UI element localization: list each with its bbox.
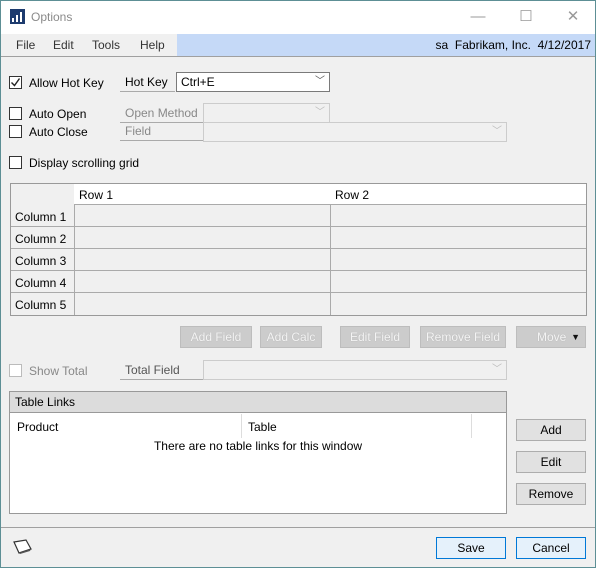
edit-link-button[interactable]: Edit xyxy=(516,451,586,473)
grid-rows: Column 1 Column 2 Column 3 Column 4 Colu… xyxy=(11,205,586,315)
hot-key-dropdown[interactable]: Ctrl+E ﹀ xyxy=(176,72,330,92)
chevron-down-icon: ﹀ xyxy=(315,76,325,87)
window-title: Options xyxy=(31,10,73,24)
field-label: Field xyxy=(120,122,203,141)
hot-key-value: Ctrl+E xyxy=(181,75,215,89)
open-method-dropdown[interactable]: ﹀ xyxy=(203,103,330,123)
total-field-dropdown[interactable]: ﹀ xyxy=(203,360,507,380)
menu-bar: File Edit Tools Help sa Fabrikam, Inc. 4… xyxy=(1,34,595,57)
grid-row-label: Column 2 xyxy=(15,232,67,246)
minimize-button[interactable]: — xyxy=(468,7,488,27)
field-dropdown[interactable]: ﹀ xyxy=(203,122,507,142)
edit-field-button[interactable]: Edit Field xyxy=(340,326,410,348)
remove-link-button[interactable]: Remove xyxy=(516,483,586,505)
grid-row[interactable]: Column 5 xyxy=(11,293,586,315)
grid-row-label: Column 5 xyxy=(15,298,67,312)
save-button[interactable]: Save xyxy=(436,537,506,559)
chevron-down-icon: ﹀ xyxy=(492,126,502,137)
user-date: 4/12/2017 xyxy=(537,38,591,52)
add-calc-button[interactable]: Add Calc xyxy=(260,326,322,348)
grid-row-label: Column 4 xyxy=(15,276,67,290)
chevron-down-icon: ﹀ xyxy=(492,364,502,375)
cancel-button[interactable]: Cancel xyxy=(516,537,586,559)
grid-row[interactable]: Column 4 xyxy=(11,271,586,293)
open-method-label: Open Method xyxy=(120,104,203,123)
move-label: Move xyxy=(537,330,567,344)
show-total-label: Show Total xyxy=(29,364,88,378)
table-links-panel: Table Links Product Table There are no t… xyxy=(9,391,507,514)
chevron-down-icon: ﹀ xyxy=(315,107,325,118)
layout-grid: Row 1 Row 2 Column 1 Column 2 Column 3 C… xyxy=(10,183,587,316)
table-links-title: Table Links xyxy=(10,392,506,413)
note-icon[interactable] xyxy=(11,539,33,555)
hot-key-label: Hot Key xyxy=(120,73,175,92)
display-scrolling-grid-checkbox[interactable] xyxy=(9,156,22,169)
auto-close-checkbox[interactable] xyxy=(9,125,22,138)
grid-row[interactable]: Column 1 xyxy=(11,205,586,227)
empty-message: There are no table links for this window xyxy=(153,439,363,453)
show-total-checkbox[interactable] xyxy=(9,364,22,377)
add-link-button[interactable]: Add xyxy=(516,419,586,441)
auto-open-label: Auto Open xyxy=(29,107,87,121)
maximize-button[interactable]: ☐ xyxy=(516,7,536,27)
caret-down-icon: ▼ xyxy=(571,332,580,342)
grid-header-row-2[interactable]: Row 2 xyxy=(335,188,369,202)
remove-field-button[interactable]: Remove Field xyxy=(420,326,506,348)
grid-row[interactable]: Column 2 xyxy=(11,227,586,249)
grid-row-label: Column 1 xyxy=(15,210,67,224)
allow-hot-key-checkbox[interactable] xyxy=(9,76,22,89)
grid-row[interactable]: Column 3 xyxy=(11,249,586,271)
footer-divider xyxy=(1,527,595,528)
checkmark-icon xyxy=(11,78,21,87)
user-id: sa xyxy=(435,38,449,52)
display-scrolling-grid-label: Display scrolling grid xyxy=(29,156,140,170)
auto-open-checkbox[interactable] xyxy=(9,107,22,120)
session-info: sa Fabrikam, Inc. 4/12/2017 xyxy=(177,34,595,56)
allow-hot-key-label: Allow Hot Key xyxy=(29,76,104,90)
table-column-header[interactable]: Table xyxy=(248,420,277,434)
grid-header-row-1[interactable]: Row 1 xyxy=(79,188,113,202)
options-window: Options — ☐ ✕ File Edit Tools Help sa Fa… xyxy=(0,0,596,568)
title-bar: Options — ☐ ✕ xyxy=(1,1,595,34)
menu-edit[interactable]: Edit xyxy=(53,38,74,52)
app-icon xyxy=(10,9,25,24)
move-button[interactable]: Move ▼ xyxy=(516,326,586,348)
product-column-header[interactable]: Product xyxy=(17,420,58,434)
menu-help[interactable]: Help xyxy=(140,38,165,52)
auto-close-label: Auto Close xyxy=(29,125,88,139)
menu-file[interactable]: File xyxy=(16,38,35,52)
close-button[interactable]: ✕ xyxy=(563,7,583,27)
grid-row-label: Column 3 xyxy=(15,254,67,268)
menu-tools[interactable]: Tools xyxy=(92,38,120,52)
add-field-button[interactable]: Add Field xyxy=(180,326,252,348)
total-field-label: Total Field xyxy=(120,361,203,380)
company-name: Fabrikam, Inc. xyxy=(454,38,531,52)
